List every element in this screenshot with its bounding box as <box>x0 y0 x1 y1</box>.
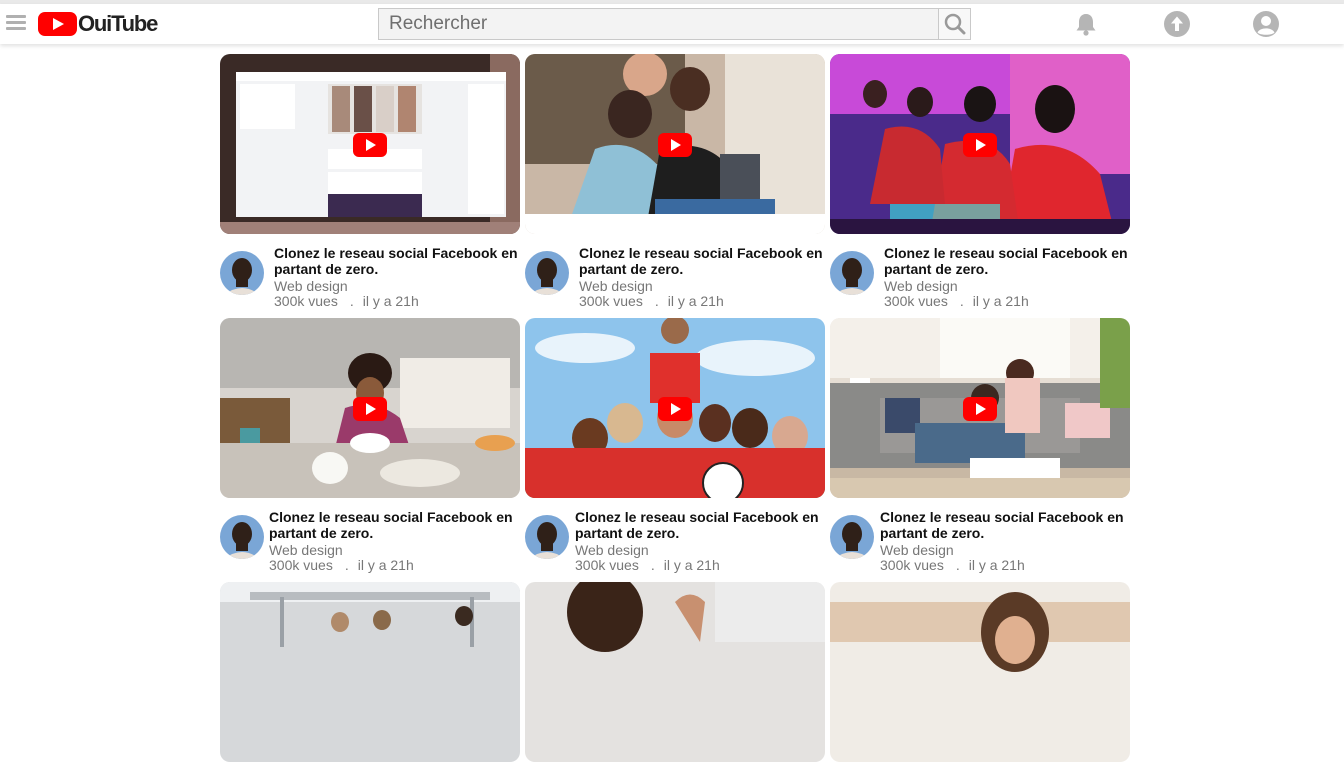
video-title[interactable]: Clonez le reseau social Facebook en part… <box>269 509 519 541</box>
video-meta: Clonez le reseau social Facebook en part… <box>525 234 825 318</box>
separator-dot: . <box>344 557 349 573</box>
channel-name[interactable]: Web design <box>884 278 958 294</box>
channel-name[interactable]: Web design <box>575 542 649 558</box>
video-card <box>220 582 520 762</box>
video-thumbnail[interactable] <box>830 318 1130 498</box>
video-title[interactable]: Clonez le reseau social Facebook en part… <box>884 245 1134 277</box>
top-bar: OuiTube <box>0 4 1344 44</box>
channel-avatar[interactable] <box>525 515 569 559</box>
upload-age: il y a 21h <box>357 557 414 573</box>
account-icon <box>1253 11 1279 37</box>
video-title[interactable]: Clonez le reseau social Facebook en part… <box>880 509 1130 541</box>
account-button[interactable] <box>1252 10 1280 38</box>
view-count: 300k vues <box>269 557 333 573</box>
play-icon[interactable] <box>658 397 692 421</box>
video-meta: Clonez le reseau social Facebook en part… <box>220 234 520 318</box>
separator-dot: . <box>650 557 655 573</box>
thumbnail-image <box>525 582 825 762</box>
view-count: 300k vues <box>274 293 338 309</box>
thumbnail-image <box>220 582 520 762</box>
search-input[interactable] <box>379 9 938 39</box>
video-thumbnail[interactable] <box>830 54 1130 234</box>
video-stats: 300k vues. il y a 21h <box>274 293 419 309</box>
search-bar <box>378 8 971 40</box>
channel-avatar[interactable] <box>830 515 874 559</box>
channel-name[interactable]: Web design <box>274 278 348 294</box>
thumbnail-image <box>830 582 1130 762</box>
video-title[interactable]: Clonez le reseau social Facebook en part… <box>579 245 829 277</box>
channel-avatar[interactable] <box>220 515 264 559</box>
separator-dot: . <box>349 293 354 309</box>
video-card: Clonez le reseau social Facebook en part… <box>220 318 520 582</box>
video-thumbnail[interactable] <box>525 582 825 762</box>
channel-avatar[interactable] <box>220 251 264 295</box>
separator-dot: . <box>955 557 960 573</box>
play-icon[interactable] <box>353 397 387 421</box>
video-thumbnail[interactable] <box>525 54 825 234</box>
video-stats: 300k vues. il y a 21h <box>880 557 1025 573</box>
video-card: Clonez le reseau social Facebook en part… <box>525 318 825 582</box>
video-card: Clonez le reseau social Facebook en part… <box>830 54 1130 318</box>
upload-age: il y a 21h <box>972 293 1029 309</box>
upload-age: il y a 21h <box>663 557 720 573</box>
video-title[interactable]: Clonez le reseau social Facebook en part… <box>274 245 524 277</box>
play-icon[interactable] <box>963 397 997 421</box>
video-meta: Clonez le reseau social Facebook en part… <box>830 234 1130 318</box>
logo[interactable]: OuiTube <box>38 11 158 37</box>
search-icon <box>944 13 965 35</box>
play-icon[interactable] <box>963 133 997 157</box>
separator-dot: . <box>654 293 659 309</box>
video-card: Clonez le reseau social Facebook en part… <box>525 54 825 318</box>
video-card <box>525 582 825 762</box>
menu-icon[interactable] <box>6 12 28 34</box>
channel-avatar[interactable] <box>525 251 569 295</box>
video-thumbnail[interactable] <box>220 54 520 234</box>
video-stats: 300k vues. il y a 21h <box>884 293 1029 309</box>
video-meta: Clonez le reseau social Facebook en part… <box>220 498 520 582</box>
video-title[interactable]: Clonez le reseau social Facebook en part… <box>575 509 825 541</box>
view-count: 300k vues <box>884 293 948 309</box>
channel-name[interactable]: Web design <box>579 278 653 294</box>
video-stats: 300k vues. il y a 21h <box>269 557 414 573</box>
channel-avatar[interactable] <box>830 251 874 295</box>
video-card: Clonez le reseau social Facebook en part… <box>830 318 1130 582</box>
logo-text: OuiTube <box>78 11 158 36</box>
channel-name[interactable]: Web design <box>269 542 343 558</box>
logo-play-icon <box>38 12 77 36</box>
play-icon[interactable] <box>353 133 387 157</box>
video-thumbnail[interactable] <box>220 582 520 762</box>
play-icon[interactable] <box>658 133 692 157</box>
upload-age: il y a 21h <box>362 293 419 309</box>
video-meta: Clonez le reseau social Facebook en part… <box>525 498 825 582</box>
view-count: 300k vues <box>579 293 643 309</box>
video-stats: 300k vues. il y a 21h <box>575 557 720 573</box>
video-card: Clonez le reseau social Facebook en part… <box>220 54 520 318</box>
view-count: 300k vues <box>575 557 639 573</box>
video-meta: Clonez le reseau social Facebook en part… <box>830 498 1130 582</box>
separator-dot: . <box>959 293 964 309</box>
search-button[interactable] <box>938 9 970 39</box>
view-count: 300k vues <box>880 557 944 573</box>
bell-icon <box>1076 14 1096 36</box>
video-thumbnail[interactable] <box>525 318 825 498</box>
upload-age: il y a 21h <box>667 293 724 309</box>
notifications-button[interactable] <box>1072 10 1100 38</box>
upload-button[interactable] <box>1163 10 1191 38</box>
video-stats: 300k vues. il y a 21h <box>579 293 724 309</box>
video-thumbnail[interactable] <box>220 318 520 498</box>
upload-icon <box>1164 11 1190 37</box>
video-thumbnail[interactable] <box>830 582 1130 762</box>
video-card <box>830 582 1130 762</box>
upload-age: il y a 21h <box>968 557 1025 573</box>
channel-name[interactable]: Web design <box>880 542 954 558</box>
